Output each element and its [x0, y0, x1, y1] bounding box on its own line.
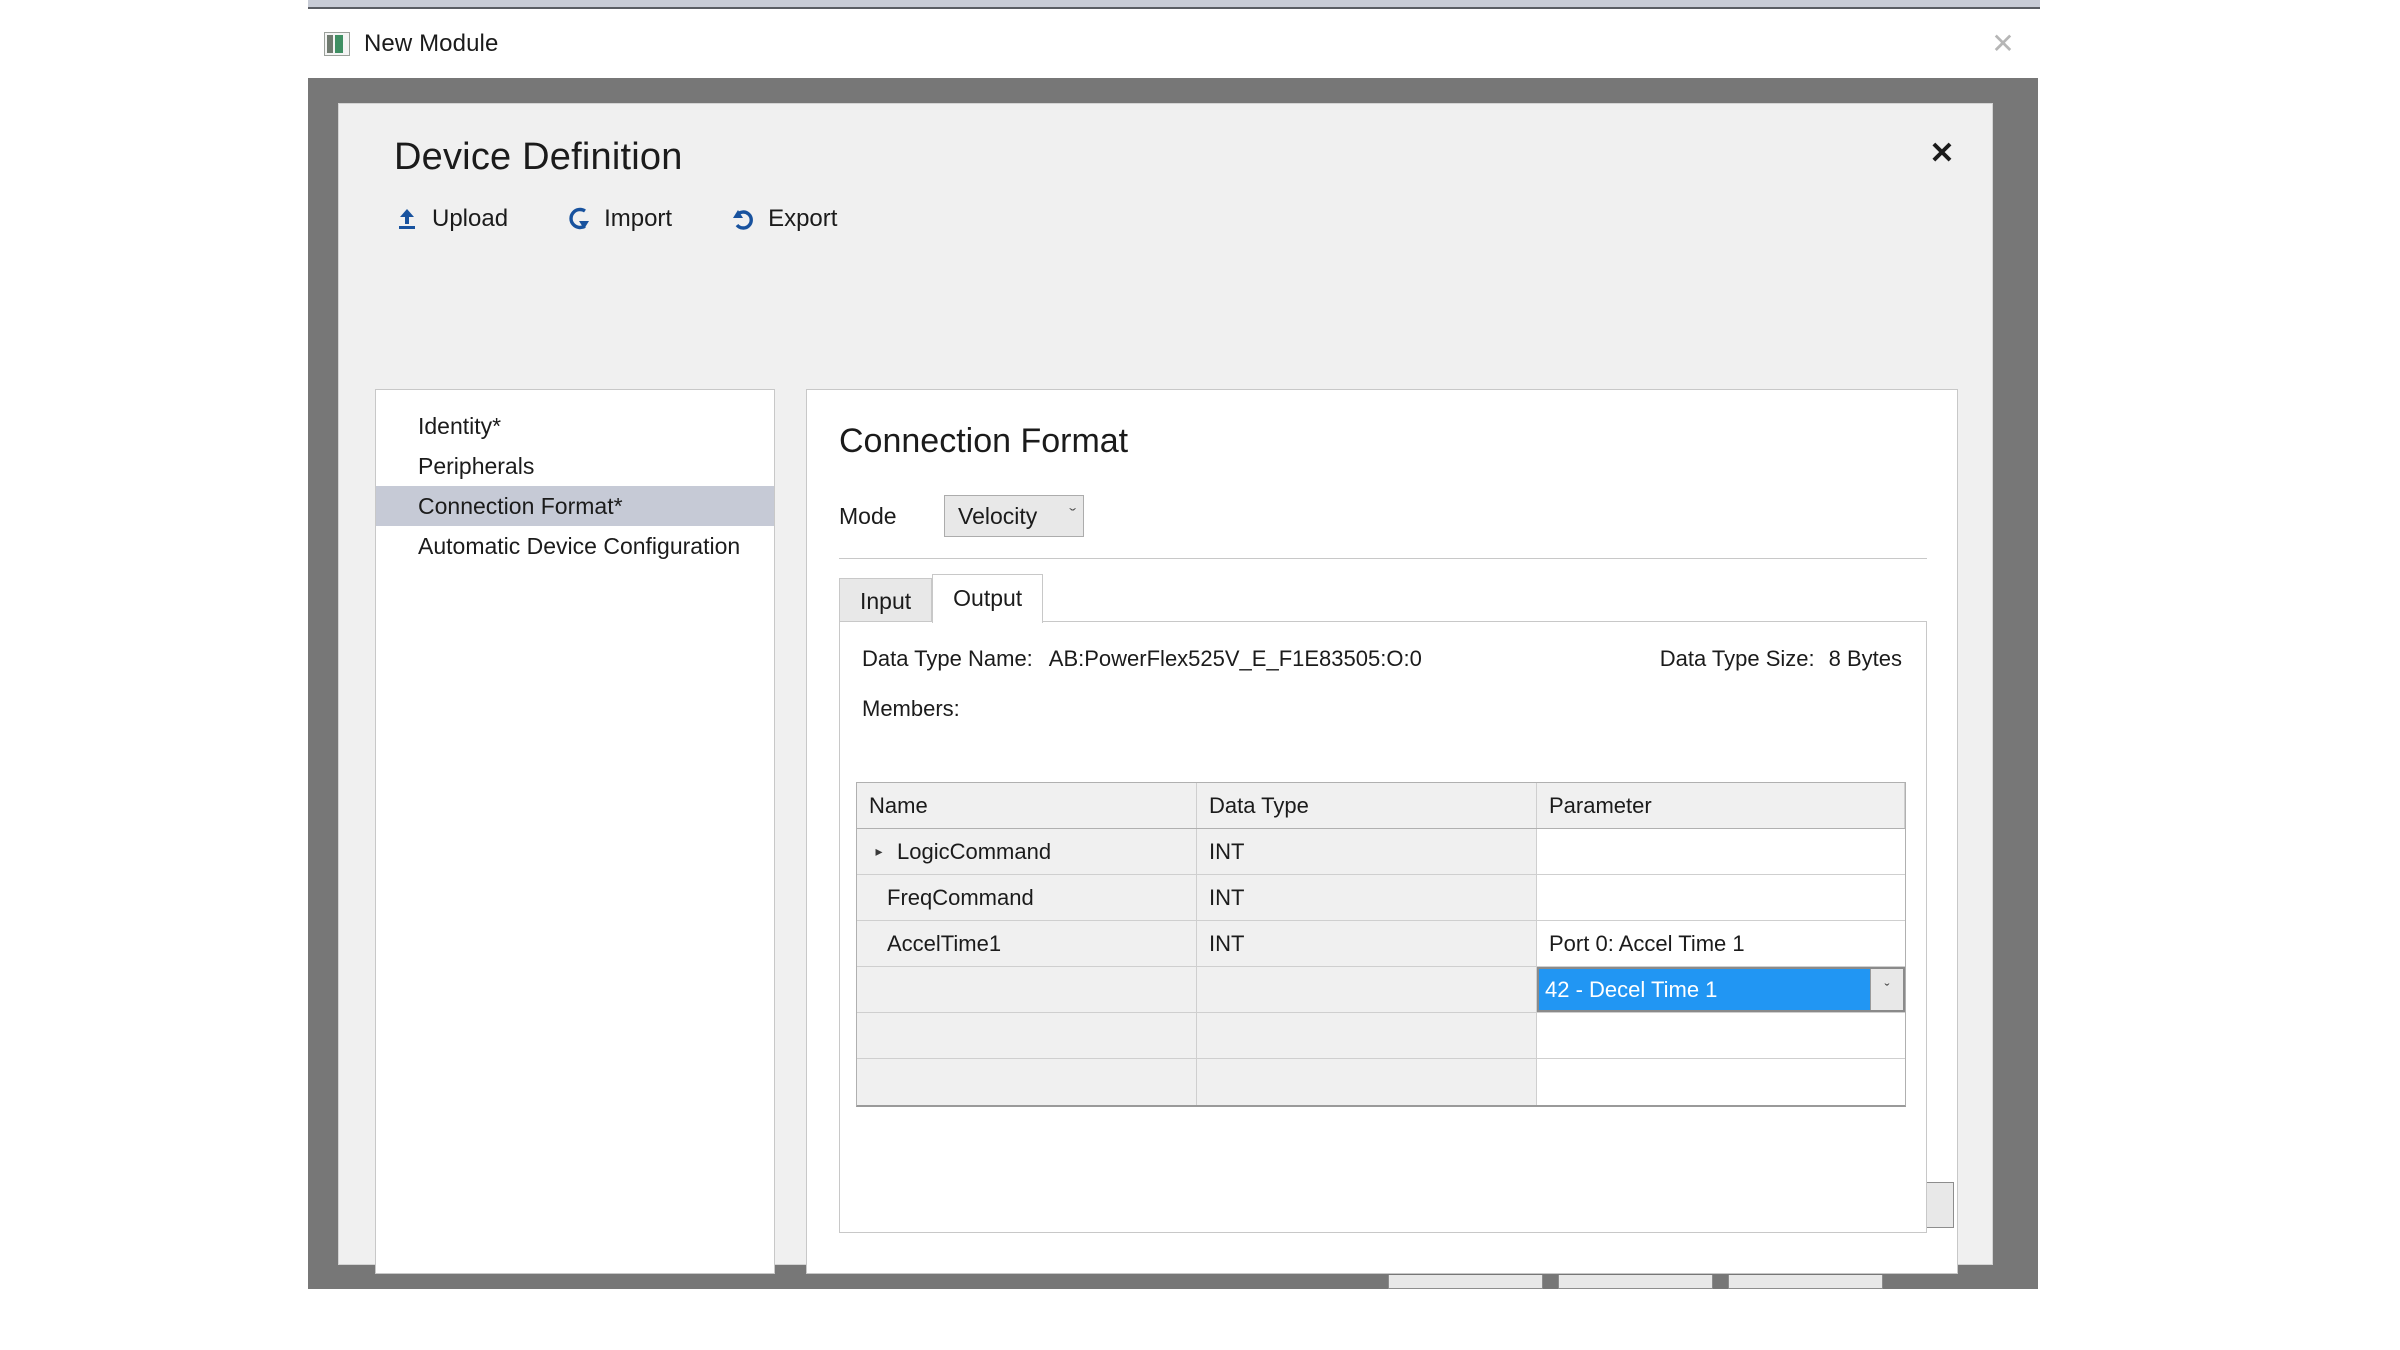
export-label: Export — [768, 205, 838, 232]
cell-parameter[interactable]: Port 0: Accel Time 1 — [1537, 921, 1905, 966]
column-header-name[interactable]: Name — [857, 783, 1197, 828]
import-button[interactable]: Import — [566, 205, 672, 233]
export-button[interactable]: Export — [730, 205, 837, 233]
sidebar-item-peripherals[interactable]: Peripherals — [376, 446, 774, 486]
cell-name[interactable] — [857, 967, 1197, 1012]
app-chrome-strip — [308, 0, 2040, 9]
dialog-content: Identity* Peripherals Connection Format*… — [375, 359, 1958, 1274]
import-label: Import — [604, 205, 673, 232]
tab-output[interactable]: Output — [932, 574, 1044, 623]
cell-name[interactable]: ▸ LogicCommand — [857, 829, 1197, 874]
table-row[interactable]: AccelTime1 INT Port 0: Accel Time 1 — [857, 921, 1905, 967]
cell-parameter-editor[interactable]: 42 - Decel Time 1 ˇ — [1537, 967, 1905, 1012]
import-icon — [566, 205, 592, 233]
chevron-down-icon: ˇ — [1068, 507, 1076, 524]
export-icon — [730, 205, 756, 233]
tab-input[interactable]: Input — [839, 578, 933, 622]
table-row[interactable] — [857, 1059, 1905, 1105]
cell-name[interactable]: AccelTime1 — [857, 921, 1197, 966]
chevron-down-icon[interactable]: ˇ — [1870, 969, 1903, 1010]
parameter-combobox[interactable]: 42 - Decel Time 1 ˇ — [1537, 967, 1905, 1012]
upload-button[interactable]: Upload — [394, 205, 508, 233]
background-button-3 — [1728, 1275, 1883, 1289]
upload-icon — [394, 205, 420, 233]
cell-parameter[interactable] — [1537, 829, 1905, 874]
cell-parameter[interactable] — [1537, 875, 1905, 920]
device-definition-dialog: Device Definition ✕ Upload Import Export… — [338, 103, 1993, 1274]
upload-label: Upload — [432, 205, 509, 232]
data-type-row: Data Type Name: AB:PowerFlex525V_E_F1E83… — [862, 646, 1902, 672]
detail-title: Connection Format — [839, 422, 1129, 460]
table-row[interactable] — [857, 1013, 1905, 1059]
module-icon — [324, 31, 350, 56]
close-icon[interactable]: ✕ — [1968, 9, 2038, 78]
cell-data-type[interactable] — [1197, 967, 1537, 1012]
screen: New Module ✕ Device Definition ✕ Upload … — [0, 0, 2400, 1350]
mode-row: Mode Velocity ˇ — [839, 495, 1957, 537]
members-grid: Name Data Type Parameter ▸ LogicCommand — [856, 782, 1906, 1107]
dialog-toolbar: Upload Import Export — [394, 205, 1992, 233]
table-row[interactable]: ▸ LogicCommand INT — [857, 829, 1905, 875]
data-type-size-value: 8 Bytes — [1828, 646, 1902, 671]
new-module-window: New Module ✕ Device Definition ✕ Upload … — [308, 9, 2038, 1289]
grid-header-row: Name Data Type Parameter — [857, 783, 1905, 829]
output-tab-pane: Data Type Name: AB:PowerFlex525V_E_F1E83… — [839, 621, 1927, 1233]
divider — [839, 558, 1927, 559]
window-title: New Module — [364, 29, 499, 57]
cell-data-type[interactable]: INT — [1197, 921, 1537, 966]
cell-data-type[interactable] — [1197, 1013, 1537, 1058]
cell-name[interactable] — [857, 1059, 1197, 1105]
dialog-header: Device Definition ✕ — [339, 104, 1992, 179]
column-header-data-type[interactable]: Data Type — [1197, 783, 1537, 828]
detail-panel: Connection Format Mode Velocity ˇ Input … — [806, 389, 1958, 1274]
dialog-close-icon[interactable]: ✕ — [1920, 132, 1964, 176]
background-button-1 — [1388, 1275, 1543, 1289]
mode-label: Mode — [839, 502, 897, 529]
io-tabs: Input Output — [839, 574, 1044, 623]
sidebar-item-automatic-device-configuration[interactable]: Automatic Device Configuration — [376, 526, 774, 566]
data-type-name-label: Data Type Name: — [862, 646, 1033, 671]
cell-parameter[interactable] — [1537, 1059, 1905, 1105]
table-row-selected[interactable]: 42 - Decel Time 1 ˇ — [857, 967, 1905, 1013]
cell-parameter[interactable] — [1537, 1013, 1905, 1058]
members-label: Members: — [862, 696, 960, 721]
sidebar-item-identity[interactable]: Identity* — [376, 406, 774, 446]
data-type-size-label: Data Type Size: — [1659, 646, 1815, 671]
cell-data-type[interactable] — [1197, 1059, 1537, 1105]
cell-name[interactable]: FreqCommand — [857, 875, 1197, 920]
column-header-parameter[interactable]: Parameter — [1537, 783, 1905, 828]
sidebar-item-connection-format[interactable]: Connection Format* — [376, 486, 774, 526]
table-row[interactable]: FreqCommand INT — [857, 875, 1905, 921]
grid-body: ▸ LogicCommand INT FreqCommand INT Accel… — [857, 829, 1905, 1105]
mode-select-value: Velocity — [958, 502, 1038, 529]
cell-name[interactable] — [857, 1013, 1197, 1058]
data-type-name-value: AB:PowerFlex525V_E_F1E83505:O:0 — [1048, 646, 1422, 671]
cell-name-text: LogicCommand — [897, 838, 1052, 864]
background-button-2 — [1558, 1275, 1713, 1289]
nav-panel: Identity* Peripherals Connection Format*… — [375, 389, 775, 1274]
cell-data-type[interactable]: INT — [1197, 875, 1537, 920]
expand-triangle-icon[interactable]: ▸ — [867, 843, 891, 860]
modal-backdrop: Device Definition ✕ Upload Import Export… — [308, 78, 2038, 1289]
parameter-combobox-value: 42 - Decel Time 1 — [1539, 969, 1870, 1010]
page-title: Device Definition — [394, 136, 683, 178]
window-titlebar: New Module ✕ — [308, 9, 2038, 78]
mode-select[interactable]: Velocity ˇ — [944, 495, 1084, 537]
cell-data-type[interactable]: INT — [1197, 829, 1537, 874]
